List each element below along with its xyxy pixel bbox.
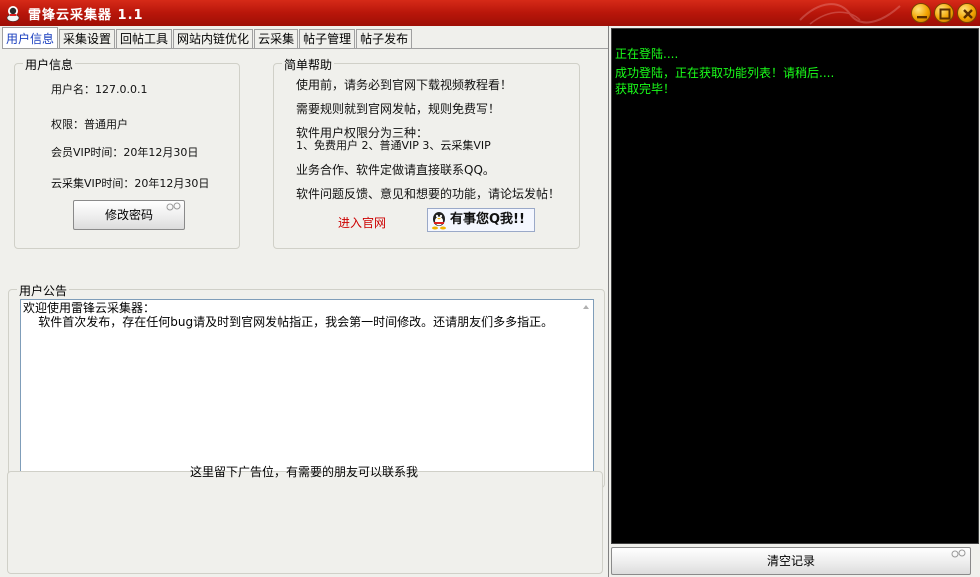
log-line: 获取完毕！ [615, 82, 676, 96]
log-console[interactable]: 正在登陆.... 成功登陆，正在获取功能列表！请稍后.... 获取完毕！ [611, 28, 979, 544]
help-line-2: 需要规则就到官网发帖，规则免费写！ [296, 102, 501, 116]
clear-log-label: 清空记录 [766, 554, 815, 568]
help-group: 简单帮助 使用前，请务必到官网下载视频教程看！ 需要规则就到官网发帖，规则免费写… [273, 56, 580, 249]
help-line-1: 使用前，请务必到官网下载视频教程看！ [296, 78, 513, 92]
permission-label: 权限：普通用户 [51, 118, 128, 131]
qq-penguin-icon [432, 212, 446, 230]
announcement-group: 用户公告 欢迎使用雷锋云采集器： 软件首次发布，存在任何bug请及时到官网发帖指… [8, 282, 605, 488]
scroll-up-icon[interactable] [581, 302, 591, 312]
tab-user-info[interactable]: 用户信息 [2, 27, 59, 49]
close-button[interactable] [957, 3, 977, 23]
tab-reply-tool[interactable]: 回帖工具 [116, 29, 173, 49]
user-info-group-title: 用户信息 [23, 56, 76, 73]
cloud-vip-time-label: 云采集VIP时间：20年12月30日 [51, 177, 210, 190]
official-site-link[interactable]: 进入官网 [338, 214, 386, 231]
ad-area [7, 471, 603, 574]
main-panel: 用户信息 采集设置 回帖工具 网站内链优化 云采集 帖子管理 帖子发布 用户信息… [0, 26, 608, 577]
change-password-label: 修改密码 [104, 208, 153, 222]
help-line-6: 软件问题反馈、意见和想要的功能，请论坛发帖！ [296, 187, 561, 201]
maximize-icon [939, 8, 951, 20]
announcement-text: 欢迎使用雷锋云采集器： 软件首次发布，存在任何bug请及时到官网发帖指正，我会第… [23, 301, 554, 329]
tab-internal-link-optimization[interactable]: 网站内链优化 [173, 29, 254, 49]
username-label: 用户名：127.0.0.1 [51, 83, 148, 96]
announcement-group-title: 用户公告 [17, 282, 70, 299]
user-info-group: 用户信息 用户名：127.0.0.1 权限：普通用户 会员VIP时间：20年12… [14, 56, 240, 249]
title-decoration [799, 3, 901, 25]
tab-collect-settings[interactable]: 采集设置 [59, 29, 116, 49]
change-password-button[interactable]: 修改密码 [73, 200, 185, 230]
button-swirl-icon [166, 202, 181, 211]
help-line-4: 1、免费用户 2、普通VIP 3、云采集VIP [296, 139, 491, 152]
clear-log-button[interactable]: 清空记录 [611, 547, 971, 575]
minimize-button[interactable] [911, 3, 931, 23]
title-bar[interactable]: 雷锋云采集器 1.1 [0, 0, 980, 26]
announcement-textarea[interactable]: 欢迎使用雷锋云采集器： 软件首次发布，存在任何bug请及时到官网发帖指正，我会第… [20, 299, 594, 483]
window-title: 雷锋云采集器 1.1 [28, 8, 144, 23]
log-panel: 正在登陆.... 成功登陆，正在获取功能列表！请稍后.... 获取完毕！ 清空记… [608, 26, 980, 577]
minimize-icon [917, 16, 927, 19]
maximize-button[interactable] [934, 3, 954, 23]
log-line: 正在登陆.... [615, 47, 679, 61]
app-icon [6, 6, 20, 22]
button-swirl-icon [951, 549, 966, 558]
ad-text: 这里留下广告位，有需要的朋友可以联系我 [190, 465, 419, 479]
vip-time-label: 会员VIP时间：20年12月30日 [51, 146, 199, 159]
tab-post-publish[interactable]: 帖子发布 [356, 29, 413, 49]
help-line-5: 业务合作、软件定做请直接联系QQ。 [296, 163, 495, 177]
tab-strip: 用户信息 采集设置 回帖工具 网站内链优化 云采集 帖子管理 帖子发布 [2, 27, 413, 49]
log-line: 成功登陆，正在获取功能列表！请稍后.... [615, 66, 835, 80]
qq-badge-text: 有事您Q我!! [450, 212, 525, 227]
close-icon [963, 9, 973, 19]
help-group-title: 简单帮助 [282, 56, 335, 73]
qq-contact-badge[interactable]: 有事您Q我!! [427, 208, 535, 232]
tab-post-management[interactable]: 帖子管理 [299, 29, 356, 49]
tab-cloud-collect[interactable]: 云采集 [254, 29, 299, 49]
